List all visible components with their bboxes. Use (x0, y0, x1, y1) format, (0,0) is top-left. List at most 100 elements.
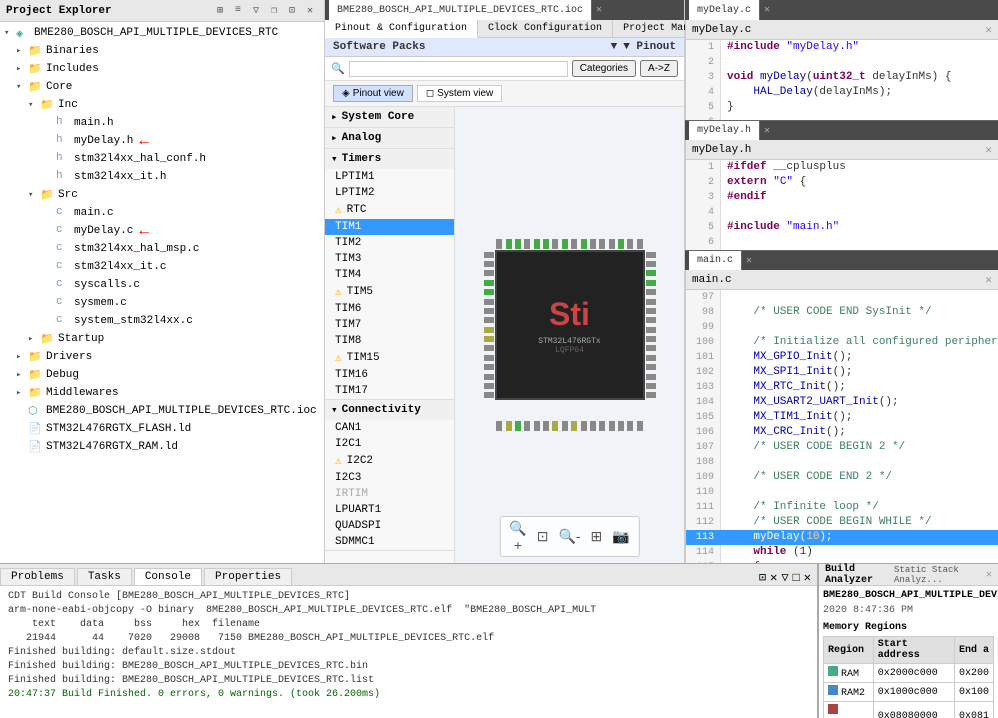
cat-item-i2c2[interactable]: ⚠I2C2 (325, 452, 454, 470)
bottom-tab-console[interactable]: Console (134, 568, 202, 585)
config-tab-close[interactable]: ✕ (592, 4, 606, 16)
cat-item-sdmmc1[interactable]: SDMMC1 (325, 534, 454, 550)
cat-item-tim15[interactable]: ⚠TIM15 (325, 349, 454, 367)
cat-item-tim7[interactable]: TIM7 (325, 317, 454, 333)
menu-icon[interactable]: ≡ (230, 3, 246, 19)
tree-item-hal-conf-h[interactable]: h stm32l4xx_hal_conf.h (0, 150, 324, 168)
tree-item-middlewares[interactable]: ▸ 📁 Middlewares (0, 384, 324, 402)
config-panels: ▸ System Core ▸ Analog ▾ (325, 107, 684, 563)
console-icon-3[interactable]: ▽ (781, 570, 788, 585)
tree-label-flash-ld: STM32L476RGTX_FLASH.ld (46, 423, 191, 435)
console-icon-4[interactable]: □ (793, 571, 800, 585)
zoom-fit-button[interactable]: ⊡ (534, 519, 552, 554)
console-icon-5[interactable]: ✕ (804, 570, 811, 585)
tree-item-main-h[interactable]: h main.h (0, 114, 324, 132)
minimize-icon[interactable]: ⊡ (284, 3, 300, 19)
zoom-reset-button[interactable]: ⊞ (588, 519, 606, 554)
config-tab-pinout[interactable]: Pinout & Configuration (325, 20, 478, 38)
tree-item-drivers[interactable]: ▸ 📁 Drivers (0, 348, 324, 366)
cat-item-quadspi[interactable]: QUADSPI (325, 518, 454, 534)
tab-close-mydelay-c[interactable]: ✕ (760, 4, 774, 16)
tree-item-mydelay-h[interactable]: h myDelay.h ← (0, 132, 324, 150)
pin-t7 (552, 239, 558, 249)
pin-t2 (506, 239, 512, 249)
cat-item-i2c1[interactable]: I2C1 (325, 436, 454, 452)
cat-section-header-analog[interactable]: ▸ Analog (325, 128, 454, 148)
cat-item-tim17[interactable]: TIM17 (325, 383, 454, 399)
code-line-mh5: 5#include "main.h" (686, 220, 998, 235)
mydelay-c-close[interactable]: ✕ (985, 23, 992, 37)
cat-item-tim8[interactable]: TIM8 (325, 333, 454, 349)
cat-item-lptim1[interactable]: LPTIM1 (325, 169, 454, 185)
build-analyzer-close[interactable]: ✕ (986, 569, 992, 581)
mem-start-flash: 0x08080000 (873, 702, 954, 718)
collapse-all-icon[interactable]: ⊞ (212, 3, 228, 19)
tab-close-main-c[interactable]: ✕ (742, 255, 756, 267)
tree-item-flash-ld[interactable]: 📄 STM32L476RGTX_FLASH.ld (0, 420, 324, 438)
tree-item-root[interactable]: ▾ ◈ BME280_BOSCH_API_MULTIPLE_DEVICES_RT… (0, 24, 324, 42)
tree-item-debug[interactable]: ▸ 📁 Debug (0, 366, 324, 384)
cat-section-header-timers[interactable]: ▾ Timers (325, 149, 454, 169)
bottom-tab-properties[interactable]: Properties (204, 568, 292, 585)
tree-item-it-c[interactable]: c stm32l4xx_it.c (0, 258, 324, 276)
editor-tab-mydelay-c[interactable]: myDelay.c (689, 0, 760, 20)
mc-line-97: 97 (686, 290, 998, 305)
tree-item-sysmem-c[interactable]: c sysmem.c (0, 294, 324, 312)
zoom-screenshot-button[interactable]: 📷 (609, 519, 632, 554)
config-tab-clock[interactable]: Clock Configuration (478, 20, 613, 37)
cat-item-can1[interactable]: CAN1 (325, 420, 454, 436)
cat-item-tim5[interactable]: ⚠TIM5 (325, 283, 454, 301)
tree-item-mydelay-c[interactable]: c myDelay.c ← (0, 222, 324, 240)
cat-item-tim1[interactable]: TIM1 (325, 219, 454, 235)
tree-item-ioc[interactable]: ⬡ BME280_BOSCH_API_MULTIPLE_DEVICES_RTC.… (0, 402, 324, 420)
tree-item-includes[interactable]: ▸ 📁 Includes (0, 60, 324, 78)
tree-item-startup[interactable]: ▸ 📁 Startup (0, 330, 324, 348)
config-file-tab-ioc[interactable]: BME280_BOSCH_API_MULTIPLE_DEVICES_RTC.io… (329, 0, 592, 20)
bottom-tab-tasks[interactable]: Tasks (77, 568, 132, 585)
tree-item-src[interactable]: ▾ 📁 Src (0, 186, 324, 204)
tree-item-binaries[interactable]: ▸ 📁 Binaries (0, 42, 324, 60)
close-icon[interactable]: ✕ (302, 3, 318, 19)
tree-item-core[interactable]: ▾ 📁 Core (0, 78, 324, 96)
zoom-in-button[interactable]: 🔍+ (506, 519, 529, 554)
tree-item-hal-msp-c[interactable]: c stm32l4xx_hal_msp.c (0, 240, 324, 258)
cat-item-irtim[interactable]: IRTIM (325, 486, 454, 502)
cat-section-header-system-core[interactable]: ▸ System Core (325, 107, 454, 127)
tree-item-syscalls-c[interactable]: c syscalls.c (0, 276, 324, 294)
cat-item-tim4[interactable]: TIM4 (325, 267, 454, 283)
mydelay-h-close[interactable]: ✕ (985, 143, 992, 157)
config-search-input[interactable] (349, 61, 568, 77)
pinout-view-icon: ◈ (342, 88, 350, 99)
cat-item-rtc[interactable]: ⚠RTC (325, 201, 454, 219)
tree-item-inc[interactable]: ▾ 📁 Inc (0, 96, 324, 114)
mc-line-101: 101 MX_GPIO_Init(); (686, 350, 998, 365)
tree-item-it-h[interactable]: h stm32l4xx_it.h (0, 168, 324, 186)
cat-item-lptim2[interactable]: LPTIM2 (325, 185, 454, 201)
tree-item-ram-ld[interactable]: 📄 STM32L476RGTX_RAM.ld (0, 438, 324, 456)
tree-item-system-c[interactable]: c system_stm32l4xx.c (0, 312, 324, 330)
bottom-tab-problems[interactable]: Problems (0, 568, 75, 585)
filter-icon[interactable]: ▽ (248, 3, 264, 19)
console-icon-2[interactable]: ✕ (770, 570, 777, 585)
az-button[interactable]: A->Z (640, 60, 678, 77)
tree-item-main-c[interactable]: c main.c (0, 204, 324, 222)
link-icon[interactable]: ❐ (266, 3, 282, 19)
tab-close-mydelay-h[interactable]: ✕ (760, 125, 774, 137)
editor-tab-mydelay-h[interactable]: myDelay.h (689, 121, 760, 140)
categories-button[interactable]: Categories (572, 60, 636, 77)
cat-item-i2c3[interactable]: I2C3 (325, 470, 454, 486)
system-view-button[interactable]: ◻ System view (417, 85, 502, 102)
build-analyzer-panel: Build Analyzer Static Stack Analyz... ✕ … (818, 564, 998, 718)
main-c-close[interactable]: ✕ (985, 273, 992, 287)
cat-item-tim6[interactable]: TIM6 (325, 301, 454, 317)
zoom-out-button[interactable]: 🔍- (555, 519, 583, 554)
pinout-view-button[interactable]: ◈ Pinout view (333, 85, 413, 102)
console-icon-1[interactable]: ⊡ (759, 570, 766, 585)
cat-section-header-connectivity[interactable]: ▾ Connectivity (325, 400, 454, 420)
cat-item-tim2[interactable]: TIM2 (325, 235, 454, 251)
cat-item-tim3[interactable]: TIM3 (325, 251, 454, 267)
cat-item-tim16[interactable]: TIM16 (325, 367, 454, 383)
cat-item-lpuart1[interactable]: LPUART1 (325, 502, 454, 518)
editor-tab-main-c[interactable]: main.c (689, 251, 742, 270)
tree-label-inc: Inc (58, 99, 78, 111)
